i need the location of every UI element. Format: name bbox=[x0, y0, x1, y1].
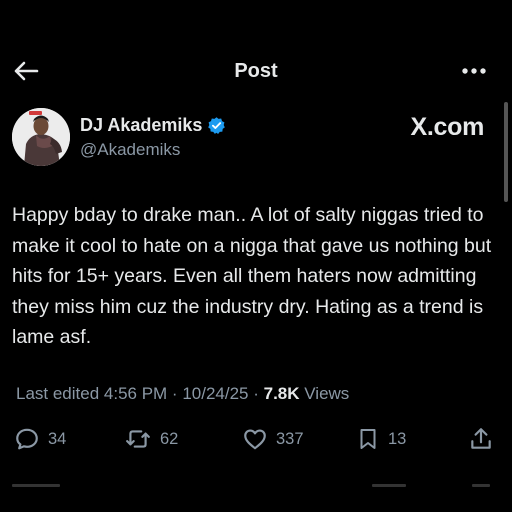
repost-button[interactable]: 62 bbox=[124, 424, 178, 454]
bookmark-button[interactable]: 13 bbox=[356, 424, 406, 454]
post-meta: Last edited 4:56 PM · 10/24/25 · 7.8K Vi… bbox=[16, 384, 349, 404]
page-title: Post bbox=[234, 60, 278, 82]
heart-icon bbox=[244, 429, 266, 450]
display-name: DJ Akademiks bbox=[80, 115, 203, 135]
bookmark-icon bbox=[360, 429, 376, 449]
post-text: Happy bday to drake man.. A lot of salty… bbox=[12, 204, 492, 348]
scrollbar[interactable] bbox=[504, 102, 508, 202]
author-handle[interactable]: @Akademiks bbox=[80, 140, 180, 160]
reply-icon bbox=[16, 428, 38, 450]
views-count[interactable]: 7.8K bbox=[264, 384, 300, 403]
action-bar: 34 62 337 13 bbox=[0, 424, 512, 454]
verified-badge-icon bbox=[208, 117, 226, 134]
avatar-image bbox=[12, 108, 70, 166]
author-name-row[interactable]: DJ Akademiks bbox=[80, 115, 226, 136]
avatar[interactable] bbox=[12, 108, 70, 166]
more-options-button[interactable] bbox=[460, 62, 488, 80]
next-item-edge bbox=[10, 484, 490, 488]
watermark-text: X.com bbox=[410, 113, 484, 141]
repost-icon bbox=[126, 430, 150, 448]
views-label: Views bbox=[299, 384, 350, 403]
edited-timestamp[interactable]: Last edited 4:56 PM · 10/24/25 · bbox=[16, 384, 264, 403]
like-button[interactable]: 337 bbox=[242, 424, 304, 454]
like-count: 337 bbox=[276, 429, 304, 448]
share-icon bbox=[471, 428, 491, 449]
bookmark-count: 13 bbox=[388, 429, 407, 448]
reply-count: 34 bbox=[48, 429, 67, 448]
reply-button[interactable]: 34 bbox=[14, 424, 66, 454]
more-horizontal-icon bbox=[462, 68, 486, 74]
top-bar: Post bbox=[0, 48, 512, 94]
post-screen: Post DJ Akademiks @Akademiks X.com Happy… bbox=[0, 0, 512, 512]
share-button[interactable] bbox=[468, 424, 494, 454]
repost-count: 62 bbox=[160, 429, 179, 448]
